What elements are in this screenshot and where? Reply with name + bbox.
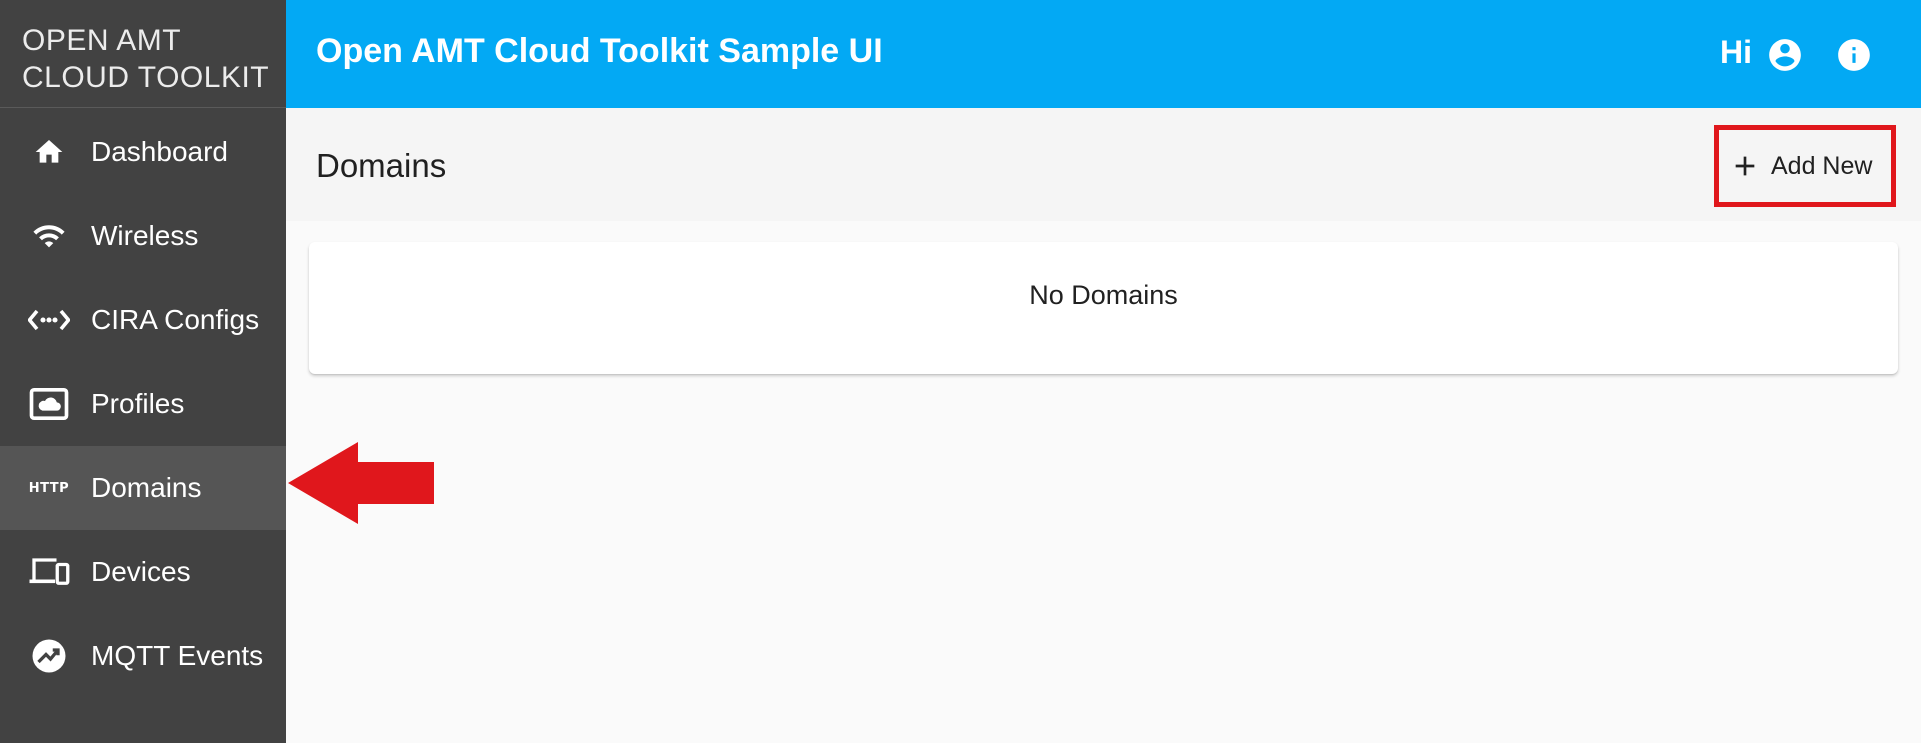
sidebar-item-cira-configs[interactable]: CIRA Configs [0,278,286,362]
add-new-button[interactable]: Add New [1714,125,1896,207]
domains-list-card: No Domains [309,242,1898,374]
page-toolbar: Domains Add New [286,108,1921,221]
home-icon [24,132,74,172]
greeting-text: Hi [1720,34,1752,70]
app-header: Open AMT Cloud Toolkit Sample UI Hi [286,0,1921,108]
sidebar-item-label: Devices [91,556,191,587]
annotation-arrow-icon [288,442,434,524]
http-icon: HTTP [24,468,74,508]
chart-trend-icon [24,636,74,676]
sidebar-item-domains[interactable]: HTTP Domains [0,446,286,530]
devices-icon [24,552,74,592]
sidebar-item-label: CIRA Configs [91,304,260,335]
http-icon-text: HTTP [28,480,70,496]
sidebar-item-label: Domains [91,472,202,503]
plus-icon [1729,150,1761,182]
code-dots-icon [24,300,74,340]
sidebar-item-devices[interactable]: Devices [0,530,286,614]
page-title: Domains [316,147,447,184]
add-new-label: Add New [1771,151,1873,180]
sidebar-item-label: MQTT Events [91,640,264,671]
brand-logo: OPEN AMT CLOUD TOOLKIT [0,0,286,108]
sidebar-item-profiles[interactable]: Profiles [0,362,286,446]
sidebar-item-dashboard[interactable]: Dashboard [0,110,286,194]
info-icon[interactable] [1835,36,1873,74]
sidebar-item-label: Dashboard [91,136,228,167]
sidebar-item-wireless[interactable]: Wireless [0,194,286,278]
brand-line-1: OPEN AMT [22,24,182,57]
account-circle-icon[interactable] [1766,36,1804,74]
app-title: Open AMT Cloud Toolkit Sample UI [316,32,883,70]
empty-state-message: No Domains [1029,280,1178,310]
sidebar-item-mqtt-events[interactable]: MQTT Events [0,614,286,698]
sidebar-item-label: Wireless [91,220,199,251]
sidebar-item-label: Profiles [91,388,185,419]
cloud-box-icon [24,384,74,424]
sidebar: OPEN AMT CLOUD TOOLKIT Dashboard Wireles… [0,0,286,743]
wifi-icon [24,216,74,256]
brand-line-2: CLOUD TOOLKIT [22,61,270,94]
